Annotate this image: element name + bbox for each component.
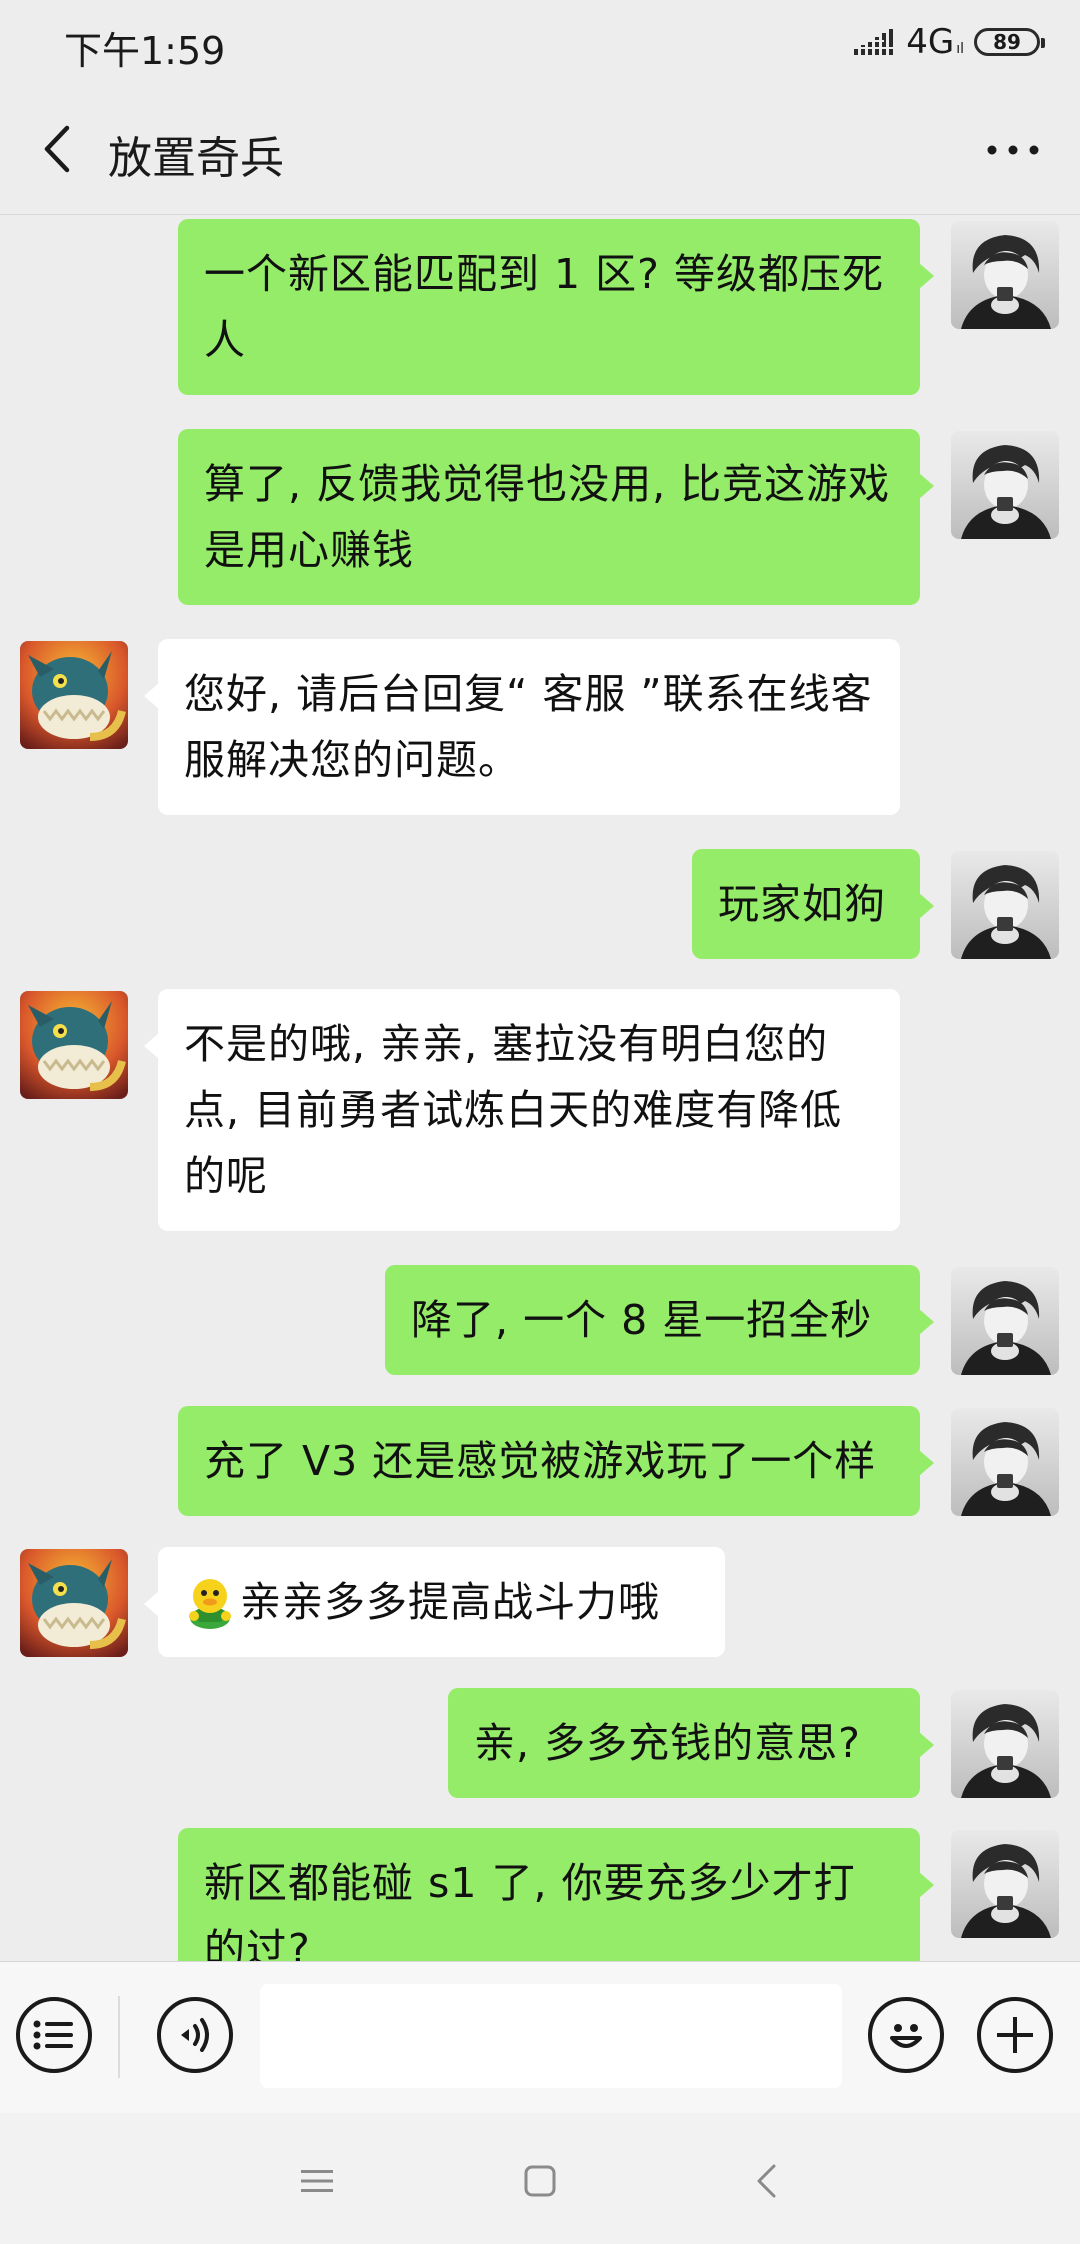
user-avatar[interactable] [951, 1267, 1059, 1375]
nav-home-button[interactable] [512, 2153, 568, 2209]
input-bar [0, 1961, 1080, 2114]
message-input[interactable] [260, 1984, 842, 2088]
duck-emoji-icon [189, 1579, 231, 1629]
message-bubble[interactable]: 算了, 反馈我觉得也没用, 比竞这游戏是用心赚钱 [178, 429, 934, 605]
more-dots-icon [987, 145, 1039, 155]
user-avatar[interactable] [951, 851, 1059, 959]
voice-button[interactable] [157, 1997, 233, 2073]
system-nav-bar [0, 2113, 1080, 2244]
user-avatar[interactable] [951, 1408, 1059, 1516]
input-divider [118, 1996, 120, 2078]
plus-button[interactable] [977, 1997, 1053, 2073]
chevron-left-icon [44, 125, 70, 173]
signal-icon [854, 29, 895, 55]
nav-menu-button[interactable] [289, 2153, 345, 2209]
status-indicators: 4G ıl 89 [854, 22, 1045, 62]
message-bubble[interactable]: 亲, 多多充钱的意思? [448, 1688, 934, 1798]
message-text: 亲亲多多提高战斗力哦 [240, 1578, 660, 1626]
title-bar: 放置奇兵 [0, 86, 1080, 215]
emoji-button[interactable] [868, 1997, 944, 2073]
message-bubble[interactable]: 亲亲多多提高战斗力哦 [144, 1547, 725, 1657]
emoji-icon [890, 2024, 922, 2048]
chat-screen: 下午1:59 4G ıl 89 放置奇兵 一个新区能匹配到 1 区? 等级都压死… [0, 0, 1080, 2244]
user-avatar[interactable] [951, 431, 1059, 539]
official-account-avatar[interactable] [20, 641, 128, 749]
message-bubble[interactable]: 玩家如狗 [692, 849, 934, 959]
official-account-avatar[interactable] [20, 1549, 128, 1657]
user-avatar[interactable] [951, 1690, 1059, 1798]
voice-icon [181, 2018, 209, 2052]
nav-home-icon [524, 2165, 556, 2197]
user-avatar[interactable] [951, 1830, 1059, 1938]
plus-icon [997, 2017, 1033, 2053]
back-button[interactable] [26, 116, 86, 182]
nav-menu-icon [301, 2170, 333, 2192]
battery-icon: 89 [974, 28, 1045, 56]
battery-level: 89 [993, 30, 1021, 54]
message-bubble[interactable]: 新区都能碰 s1 了, 你要充多少才打的过? [178, 1828, 934, 1961]
message-bubble[interactable]: 充了 V3 还是感觉被游戏玩了一个样 [178, 1406, 934, 1516]
message-list[interactable]: 一个新区能匹配到 1 区? 等级都压死人 算了, 反馈我觉得也没用, 比竞这游戏… [0, 215, 1080, 1961]
message-bubble[interactable]: 您好, 请后台回复“ 客服 ”联系在线客服解决您的问题。 [144, 639, 900, 815]
menu-list-button[interactable] [16, 1997, 92, 2073]
message-bubble[interactable]: 降了, 一个 8 星一招全秒 [385, 1265, 934, 1375]
more-button[interactable] [976, 120, 1050, 180]
nav-back-button[interactable] [738, 2153, 794, 2209]
network-activity: ıl [956, 41, 964, 57]
menu-list-icon [33, 2020, 73, 2050]
network-type: 4G [906, 22, 955, 62]
user-avatar[interactable] [951, 221, 1059, 329]
status-bar: 下午1:59 4G ıl 89 [0, 0, 1080, 86]
message-bubble[interactable]: 不是的哦, 亲亲, 塞拉没有明白您的点, 目前勇者试炼白天的难度有降低的呢 [144, 989, 900, 1231]
message-bubble[interactable]: 一个新区能匹配到 1 区? 等级都压死人 [178, 219, 934, 395]
official-account-avatar[interactable] [20, 991, 128, 1099]
status-time: 下午1:59 [64, 29, 226, 73]
chat-title: 放置奇兵 [108, 133, 284, 184]
nav-back-icon [757, 2164, 776, 2198]
